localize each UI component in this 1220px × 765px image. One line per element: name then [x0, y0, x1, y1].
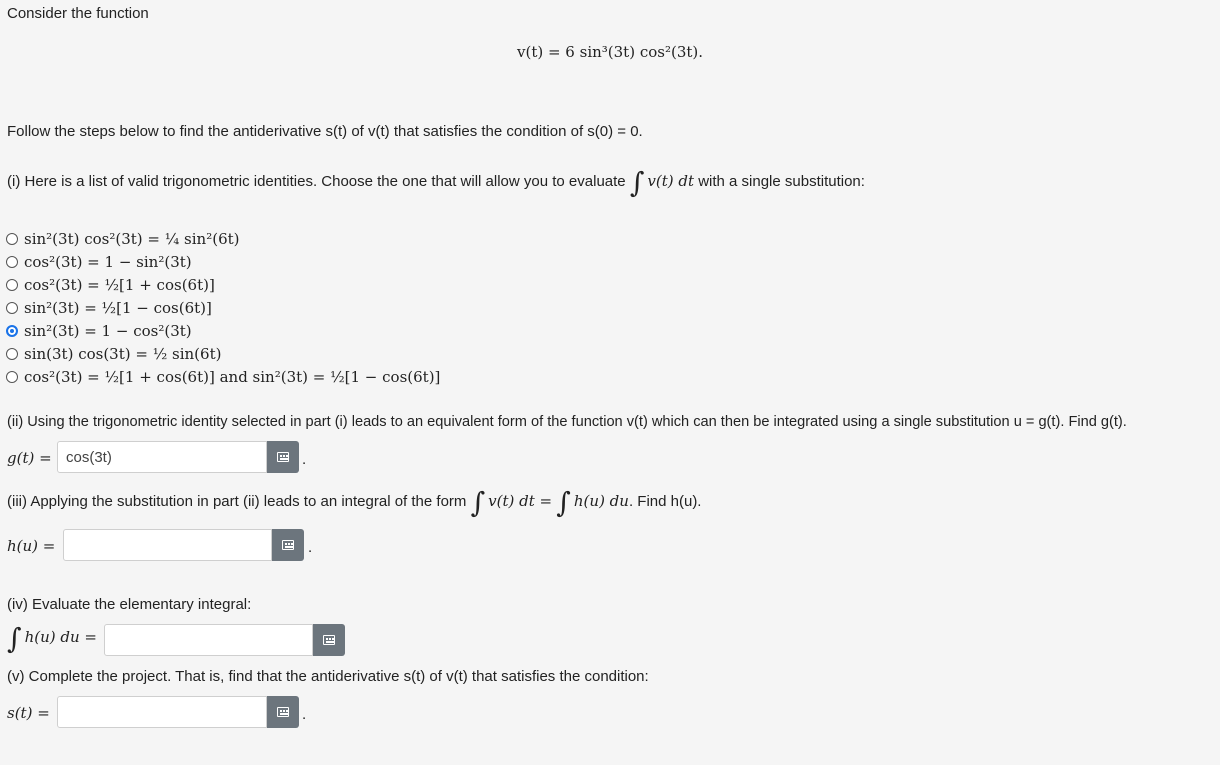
integral-keyboard-button[interactable] [313, 624, 345, 656]
identity-option[interactable]: sin(3t) cos(3t) = ½ sin(6t) [6, 343, 221, 365]
identity-option[interactable]: sin²(3t) cos²(3t) = ¼ sin²(6t) [6, 228, 240, 250]
part4-prompt: (iv) Evaluate the elementary integral: [7, 596, 252, 613]
g-keyboard-button[interactable] [267, 441, 299, 473]
g-input[interactable]: cos(3t) [57, 441, 267, 473]
part3-prompt: (iii) Applying the substitution in part … [7, 486, 701, 519]
keyboard-icon [277, 707, 289, 717]
g-label: g(t) = [7, 449, 52, 467]
option-label: sin²(3t) cos²(3t) = ¼ sin²(6t) [24, 230, 240, 248]
part4-label-wrap: ∫ h(u) du = [7, 622, 97, 655]
h-input[interactable] [63, 529, 272, 561]
keyboard-icon [277, 452, 289, 462]
option-label: sin²(3t) = 1 − cos²(3t) [24, 322, 192, 340]
instructions-text: Follow the steps below to find the antid… [7, 123, 643, 140]
part1-prefix: (i) Here is a list of valid trigonometri… [7, 173, 626, 190]
h-label: h(u) = [7, 537, 56, 555]
option-label: sin(3t) cos(3t) = ½ sin(6t) [24, 345, 222, 363]
s-label: s(t) = [7, 704, 50, 722]
radio-button[interactable] [6, 256, 18, 268]
part4-label: h(u) du = [24, 628, 97, 646]
part3-formula: v(t) dt = [488, 492, 553, 510]
radio-button[interactable] [6, 371, 18, 383]
part3-prefix: (iii) Applying the substitution in part … [7, 493, 467, 510]
keyboard-icon [282, 540, 294, 550]
radio-button[interactable] [6, 302, 18, 314]
function-definition: v(t) = 6 sin³(3t) cos²(3t). [517, 43, 704, 61]
radio-button[interactable] [6, 348, 18, 360]
part3-formula2: h(u) du [573, 492, 629, 510]
integral-input[interactable] [104, 624, 313, 656]
option-label: cos²(3t) = ½[1 + cos(6t)] and sin²(3t) =… [24, 368, 441, 386]
s-keyboard-button[interactable] [267, 696, 299, 728]
radio-button[interactable] [6, 279, 18, 291]
part3-suffix: . Find h(u). [628, 493, 702, 510]
keyboard-icon [323, 635, 335, 645]
identity-option[interactable]: cos²(3t) = ½[1 + cos(6t)] [6, 274, 215, 296]
part1-suffix: with a single substitution: [698, 173, 865, 190]
integral-sign: ∫ [556, 486, 571, 519]
h-keyboard-button[interactable] [272, 529, 304, 561]
radio-button[interactable] [6, 233, 18, 245]
part5-prompt: (v) Complete the project. That is, find … [7, 668, 649, 685]
radio-button-selected[interactable] [6, 325, 18, 337]
option-label: sin²(3t) = ½[1 − cos(6t)] [24, 299, 212, 317]
identity-option[interactable]: cos²(3t) = ½[1 + cos(6t)] and sin²(3t) =… [6, 366, 440, 388]
option-label: cos²(3t) = ½[1 + cos(6t)] [24, 276, 215, 294]
intro-text: Consider the function [7, 5, 149, 22]
option-label: cos²(3t) = 1 − sin²(3t) [24, 253, 192, 271]
integral-sign: ∫ [629, 166, 645, 199]
integral-sign: ∫ [7, 622, 22, 655]
integral-sign: ∫ [470, 486, 486, 519]
s-input[interactable] [57, 696, 267, 728]
identity-option[interactable]: sin²(3t) = 1 − cos²(3t) [6, 320, 192, 342]
part1-integrand: v(t) dt [647, 172, 695, 190]
identity-option[interactable]: cos²(3t) = 1 − sin²(3t) [6, 251, 192, 273]
identity-option[interactable]: sin²(3t) = ½[1 − cos(6t)] [6, 297, 212, 319]
part1-prompt: (i) Here is a list of valid trigonometri… [7, 166, 865, 199]
part2-prompt: (ii) Using the trigonometric identity se… [7, 414, 1127, 430]
